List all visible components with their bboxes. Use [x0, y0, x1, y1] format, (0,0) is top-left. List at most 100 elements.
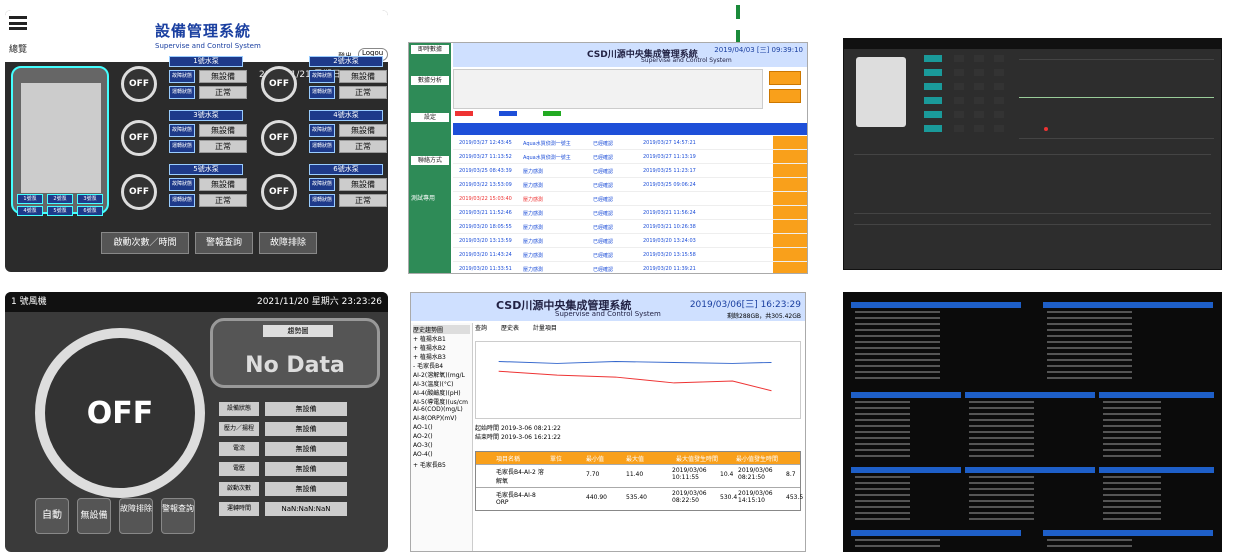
datetime: 2019/03/06[三] 16:23:29 — [689, 300, 801, 310]
tree-item[interactable]: AI-8(ORP)(mV) — [413, 415, 470, 424]
tree-item[interactable]: AO-1() — [413, 424, 470, 433]
pump-state[interactable]: OFF — [261, 174, 297, 210]
device-cell: Aqua水質偵測一號主 — [523, 155, 571, 161]
alarm-query-button[interactable]: 警報查詢 — [161, 498, 195, 534]
sidebar-item-contact[interactable]: 聯絡方式 — [411, 156, 449, 165]
no-device-button[interactable]: 無設備 — [77, 498, 111, 534]
test-label: 測試專用 — [411, 195, 436, 202]
tree-item[interactable]: - 毛家長B4 — [413, 361, 470, 370]
run-label: 運轉狀態 — [169, 86, 195, 99]
pump-tag[interactable]: 4號泵 — [17, 206, 43, 216]
table-row[interactable]: 2019/03/20 11:33:51 壓力感測 已經確認 2019/03/20… — [453, 262, 807, 273]
run-label: 運轉狀態 — [169, 194, 195, 207]
sidebar-item-settings[interactable]: 設定 — [411, 113, 449, 122]
tree-item[interactable]: + 植揚水B2 — [413, 343, 470, 352]
end-input[interactable]: 2019-3-06 16:21:22 — [501, 434, 561, 441]
fan-title: 1 號風機 — [11, 297, 47, 307]
tree-item[interactable]: + 毛家長B5 — [413, 460, 470, 469]
menu-icon[interactable] — [9, 16, 27, 30]
tab-history[interactable]: 歷史表 — [501, 325, 519, 332]
table-row[interactable]: 2019/03/25 08:43:39 壓力感測 已經確認 2019/03/25… — [453, 164, 807, 178]
datetime: 2021/11/20 星期六 23:23:26 — [256, 297, 382, 307]
pump-tag[interactable]: 6號泵 — [77, 206, 103, 216]
pump-tag[interactable]: 5號泵 — [47, 206, 73, 216]
setting-line — [855, 377, 940, 379]
tree-item[interactable]: AI-4(酸鹼度)(pH) — [413, 388, 470, 397]
max-time-cell: 2019/03/06 08:22:50 — [672, 490, 707, 504]
table-row[interactable]: 2019/03/22 15:03:40 壓力感測 已經確認 — [453, 192, 807, 206]
tree-item[interactable]: + 植揚水B1 — [413, 334, 470, 343]
pump-tag[interactable]: 2號泵 — [47, 194, 73, 204]
setting-line — [855, 329, 940, 331]
confirm-time-cell: 2019/03/21 11:56:24 — [643, 210, 696, 216]
run-value: 正常 — [199, 140, 247, 153]
tree-item[interactable]: AI-3(溫度)(°C) — [413, 379, 470, 388]
fault-label: 故障狀態 — [169, 178, 195, 191]
table-row[interactable]: 2019/03/27 11:13:52 Aqua水質偵測一號主 已經確認 201… — [453, 150, 807, 164]
setting-line — [1047, 341, 1132, 343]
pump-tag[interactable]: 3號泵 — [77, 194, 103, 204]
pump-state[interactable]: OFF — [261, 66, 297, 102]
val-cell: 10.4 — [720, 471, 734, 478]
tree-item[interactable]: AO-4() — [413, 451, 470, 460]
setting-line — [969, 455, 1034, 457]
setting-line — [969, 401, 1034, 403]
table-row[interactable]: 2019/03/27 12:43:45 Aqua水質偵測一號主 已經確認 201… — [453, 136, 807, 150]
pump-state[interactable]: OFF — [121, 174, 157, 210]
tree-item[interactable]: AO-2() — [413, 433, 470, 442]
tab-metrics[interactable]: 計量項目 — [533, 325, 557, 332]
table-row[interactable]: 2019/03/20 18:05:55 壓力感測 已經確認 2019/03/21… — [453, 220, 807, 234]
pump-state[interactable]: OFF — [121, 66, 157, 102]
value-cell — [954, 125, 964, 132]
val-cell: 8.7 — [786, 471, 796, 478]
start-input[interactable]: 2019-3-06 08:21:22 — [501, 425, 561, 432]
alarm-query-button[interactable]: 警報查詢 — [195, 232, 253, 254]
table-row[interactable]: 2019/03/22 13:53:09 壓力感測 已經確認 2019/03/25… — [453, 178, 807, 192]
sidebar-item-analysis[interactable]: 數據分析 — [411, 76, 449, 85]
setting-line — [1103, 512, 1161, 514]
tree-item[interactable]: AI-5(導電度)(us/cm — [413, 397, 470, 406]
info-row: 啟動次數 無設備 — [219, 482, 371, 496]
query-button[interactable] — [769, 71, 801, 85]
trend-chart — [475, 341, 801, 419]
export-button[interactable] — [769, 89, 801, 103]
fault-clear-button[interactable]: 故障排除 — [119, 498, 153, 534]
pump-state[interactable]: OFF — [121, 120, 157, 156]
info-value: 無設備 — [265, 462, 347, 476]
overview-label: 總覽 — [9, 45, 28, 55]
tree-header[interactable]: 歷史趨勢圖 — [413, 325, 470, 334]
info-label: 電壓 — [219, 462, 259, 476]
time-cell: 2019/03/22 15:03:40 — [459, 196, 512, 202]
tab-query[interactable]: 查詢 — [475, 325, 487, 332]
sidebar: 即時數據 數據分析 設定 聯絡方式 測試專用 — [409, 43, 451, 273]
pump-card: OFF 1號水泵 故障狀態 無設備 運轉狀態 正常 — [121, 56, 251, 111]
fault-clear-button[interactable]: 故障排除 — [259, 232, 317, 254]
start-count-button[interactable]: 啟動次數／時間 — [101, 232, 189, 254]
table-row[interactable]: 2019/03/20 11:43:24 壓力感測 已經確認 2019/03/20… — [453, 248, 807, 262]
tab-bar: 查詢 歷史表 計量項目 — [475, 323, 557, 332]
info-value: 無設備 — [265, 402, 347, 416]
setting-line — [1047, 323, 1132, 325]
pump-state[interactable]: OFF — [261, 120, 297, 156]
tree-item[interactable]: + 植揚水B3 — [413, 352, 470, 361]
table-row[interactable]: 2019/03/20 13:13:59 壓力感測 已經確認 2019/03/20… — [453, 234, 807, 248]
value-cell — [924, 125, 942, 132]
value-cell — [994, 97, 1004, 104]
table-row[interactable]: 2019/03/21 11:52:46 壓力感測 已經確認 2019/03/21… — [453, 206, 807, 220]
setting-line — [855, 365, 940, 367]
pump-tag[interactable]: 1號泵 — [17, 194, 43, 204]
info-row: 電流 無設備 — [219, 442, 371, 456]
setting-line — [1103, 506, 1161, 508]
pump-header: 3號水泵 — [169, 110, 243, 121]
section-header — [851, 302, 1021, 308]
tree-item[interactable]: AO-3() — [413, 442, 470, 451]
tree-item[interactable]: AI-6(COD)(mg/L) — [413, 406, 470, 415]
status-value: OFF — [86, 396, 154, 431]
section-header — [965, 392, 1095, 398]
panel5-header: CSD川源中央集成管理系統 Supervise and Control Syst… — [411, 293, 805, 321]
min-time-cell: 2019/03/06 14:15:10 — [738, 490, 773, 504]
sidebar-item-realtime[interactable]: 即時數據 — [411, 45, 449, 54]
auto-button[interactable]: 自動 — [35, 498, 69, 534]
pump-card: OFF 3號水泵 故障狀態 無設備 運轉狀態 正常 — [121, 110, 251, 165]
tree-item[interactable]: AI-2(溶解氧)(mg/L — [413, 370, 470, 379]
